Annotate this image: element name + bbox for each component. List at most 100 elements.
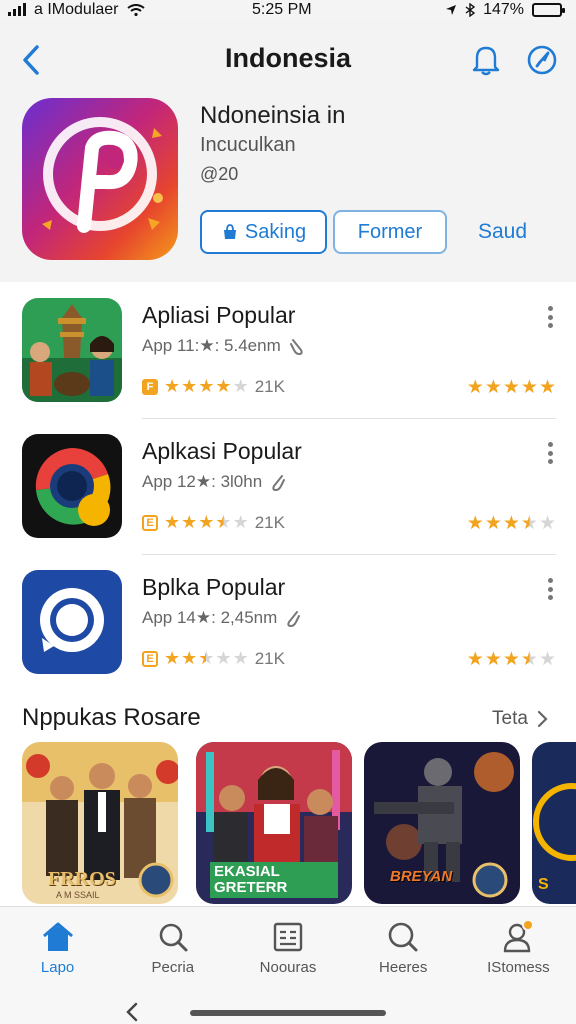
- tab-noouras[interactable]: Noouras: [230, 907, 345, 986]
- card-caption: S: [538, 876, 549, 893]
- search-icon: [388, 922, 418, 952]
- former-label: Former: [357, 220, 423, 243]
- star-icon: ★: [538, 649, 556, 670]
- rating-count: 21K: [254, 376, 285, 396]
- notifications-button[interactable]: [466, 40, 506, 80]
- star-icon: ★: [181, 376, 198, 396]
- battery-percent: 147%: [483, 1, 524, 18]
- featured-card[interactable]: EKASIAL GRETERR: [196, 742, 352, 904]
- home-indicator[interactable]: [190, 1010, 386, 1016]
- rating-stars: ★ ★ ★ ★ ★: [164, 376, 249, 397]
- search-icon: [159, 923, 188, 952]
- status-left: a IModulaer: [8, 1, 145, 19]
- star-icon: ★: [538, 377, 556, 398]
- bluetooth-icon: [465, 3, 476, 17]
- more-button[interactable]: [542, 578, 558, 600]
- saking-button[interactable]: Saking: [200, 210, 327, 254]
- carrier-label: a IModulaer: [34, 1, 119, 18]
- star-icon: ★: [466, 377, 484, 398]
- card-caption: EKASIAL GRETERR: [210, 862, 338, 898]
- list-item[interactable]: Bplka Popular App 14★: 2,45nm E ★ ★ ★ ★ ★ 21…: [0, 564, 576, 700]
- star-icon: ★: [215, 648, 232, 668]
- app-icon[interactable]: [22, 434, 122, 538]
- star-icon: ★: [164, 376, 181, 396]
- section-link-label: Teta: [492, 708, 528, 729]
- star-icon: ★: [484, 513, 502, 534]
- list-item[interactable]: Apliasi Popular App 11:★: 5.4enm F ★ ★ ★ ★ ★…: [0, 292, 576, 428]
- list-icon: [273, 922, 303, 952]
- tab-label: IStomess: [487, 959, 550, 976]
- signal-icon: [8, 3, 26, 16]
- status-bar: a IModulaer 5:25 PM 147%: [0, 0, 576, 20]
- star-icon: ★: [520, 513, 538, 534]
- hero-app-name: Ndoneinsia in: [200, 102, 346, 129]
- back-button[interactable]: [14, 40, 48, 80]
- rating-count: 21K: [254, 648, 285, 668]
- chevron-left-icon: [23, 45, 39, 75]
- app-thumbnail-icon: [22, 570, 122, 674]
- star-icon: ★: [181, 648, 198, 668]
- star-icon: ★: [466, 513, 484, 534]
- rating-stars-right: ★ ★ ★ ★ ★: [467, 512, 556, 535]
- hero-app-icon[interactable]: [22, 98, 178, 260]
- app-thumbnail-icon: [22, 298, 122, 402]
- chevron-right-icon: [537, 710, 548, 728]
- header-area: Indonesia Ndoneinsia in Incuculkan @20 S…: [0, 20, 576, 282]
- app-icon[interactable]: [22, 570, 122, 674]
- tab-label: Noouras: [259, 959, 317, 976]
- star-icon: ★: [484, 649, 502, 670]
- section-title: Nppukas Rosare: [22, 704, 201, 731]
- paperclip-icon: [289, 339, 303, 356]
- featured-card[interactable]: S: [532, 742, 576, 904]
- list-item[interactable]: Aplkasi Popular App 12★: 3l0hn E ★ ★ ★ ★ ★ 2…: [0, 428, 576, 564]
- system-back-icon[interactable]: [124, 1002, 140, 1022]
- app-meta: App 12★: 3l0hn: [142, 472, 288, 492]
- featured-card[interactable]: FRROS A M SSAIL: [22, 742, 178, 904]
- saking-label: Saking: [244, 220, 307, 243]
- rating-stars: ★ ★ ★ ★ ★: [164, 512, 249, 533]
- location-arrow-icon: [446, 5, 457, 15]
- tab-heeres[interactable]: Heeres: [346, 907, 461, 986]
- former-button[interactable]: Former: [333, 210, 447, 254]
- saud-link[interactable]: Saud: [478, 220, 527, 244]
- status-time: 5:25 PM: [252, 1, 312, 18]
- tab-lapo[interactable]: Lapo: [0, 907, 115, 986]
- hero-app-logo-icon: [22, 98, 178, 260]
- divider: [142, 418, 556, 419]
- star-icon: ★: [502, 649, 520, 670]
- star-icon: ★: [520, 649, 538, 670]
- home-icon: [42, 922, 73, 951]
- star-icon: ★: [215, 376, 232, 396]
- more-button[interactable]: [542, 306, 558, 328]
- app-rating: F ★ ★ ★ ★ ★ 21K: [142, 376, 285, 397]
- bag-icon: [223, 224, 236, 239]
- nav-bar: Indonesia: [0, 34, 576, 84]
- app-meta-text: App 11:★: 5.4enm: [142, 336, 281, 355]
- app-meta: App 11:★: 5.4enm: [142, 336, 307, 356]
- more-button[interactable]: [542, 442, 558, 464]
- star-icon: ★: [538, 513, 556, 534]
- app-badge-icon: E: [142, 650, 158, 667]
- card-caption: FRROS: [48, 868, 116, 890]
- section-see-all-link[interactable]: Teta: [492, 708, 548, 730]
- star-icon: ★: [198, 512, 215, 532]
- app-meta: App 14★: 2,45nm: [142, 608, 303, 628]
- card-subcaption: A M SSAIL: [56, 890, 100, 900]
- rating-count: 21K: [254, 512, 285, 532]
- divider: [142, 554, 556, 555]
- bell-icon: [472, 46, 500, 76]
- compass-icon: [527, 45, 557, 75]
- tab-istomess[interactable]: IStomess: [461, 907, 576, 986]
- tab-pecria[interactable]: Pecria: [115, 907, 230, 986]
- star-icon: ★: [215, 512, 232, 532]
- compass-button[interactable]: [522, 40, 562, 80]
- app-meta-text: App 12★: 3l0hn: [142, 472, 263, 491]
- app-rating: E ★ ★ ★ ★ ★ 21K: [142, 512, 285, 533]
- star-icon: ★: [232, 376, 249, 396]
- card-caption: BREYAN: [390, 868, 453, 885]
- star-icon: ★: [484, 377, 502, 398]
- app-icon[interactable]: [22, 298, 122, 402]
- star-icon: ★: [466, 649, 484, 670]
- app-name: Aplkasi Popular: [142, 438, 302, 464]
- featured-card[interactable]: BREYAN: [364, 742, 520, 904]
